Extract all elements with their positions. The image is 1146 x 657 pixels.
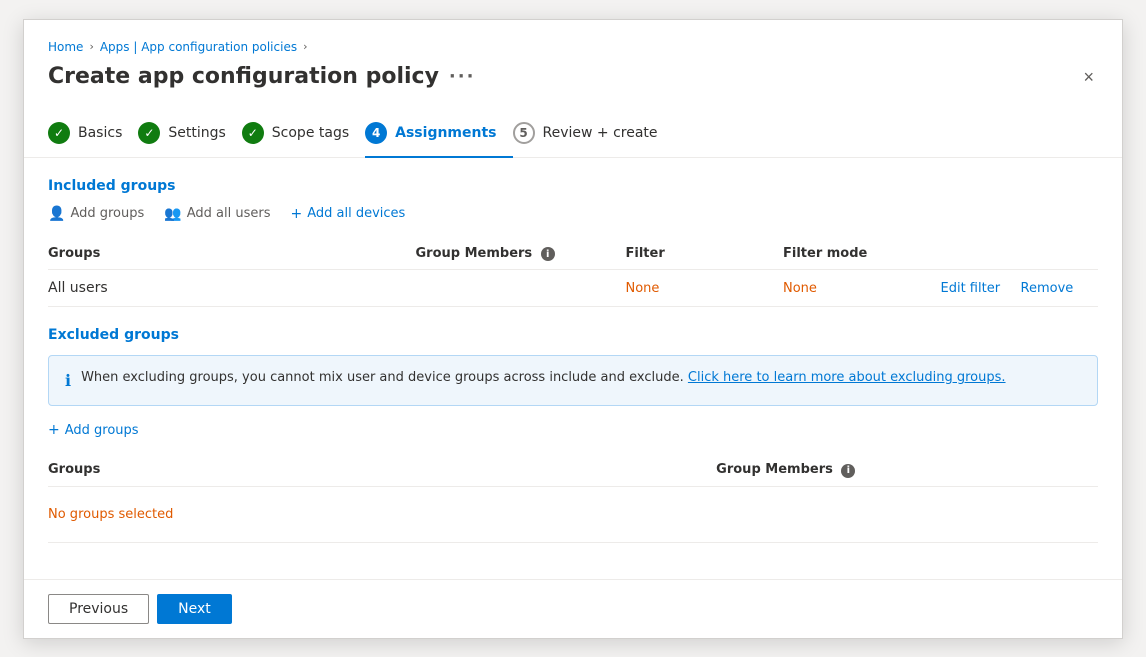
cell-filtermode: None	[783, 270, 941, 307]
members-info-badge-exc[interactable]: i	[841, 464, 855, 478]
cell-actions: Edit filter Remove	[941, 270, 1099, 307]
excluded-groups-info-box: ℹ When excluding groups, you cannot mix …	[48, 355, 1098, 406]
dialog-title: Create app configuration policy ···	[48, 64, 475, 89]
breadcrumb-apps[interactable]: Apps | App configuration policies	[100, 40, 297, 54]
step-review-circle: 5	[513, 122, 535, 144]
step-basics-circle: ✓	[48, 122, 70, 144]
col-header-members-inc: Group Members i	[416, 238, 626, 270]
add-all-users-label: Add all users	[187, 206, 271, 221]
cell-group-name: All users	[48, 270, 416, 307]
breadcrumb-home[interactable]: Home	[48, 40, 83, 54]
add-groups-link-included[interactable]: 👤 Add groups	[48, 206, 144, 222]
included-groups-section: Included groups 👤 Add groups 👥 Add all u…	[48, 178, 1098, 308]
steps-nav: ✓ Basics ✓ Settings ✓ Scope tags 4 Assig…	[24, 110, 1122, 158]
breadcrumb-sep-2: ›	[303, 40, 307, 53]
excluded-groups-actions: + Add groups	[48, 422, 1098, 438]
step-assignments[interactable]: 4 Assignments	[365, 110, 512, 158]
step-settings-circle: ✓	[138, 122, 160, 144]
main-content: Included groups 👤 Add groups 👥 Add all u…	[24, 158, 1122, 579]
info-box-text: When excluding groups, you cannot mix us…	[81, 368, 1005, 388]
dialog-title-row: Create app configuration policy ··· ×	[48, 64, 1098, 90]
dialog-footer: Previous Next	[24, 579, 1122, 638]
person-icon-add-groups: 👤	[48, 206, 65, 222]
step-settings-label: Settings	[168, 125, 225, 141]
step-scope-tags-circle: ✓	[242, 122, 264, 144]
add-groups-label-excluded: Add groups	[65, 423, 139, 438]
close-button[interactable]: ×	[1079, 64, 1098, 90]
previous-button[interactable]: Previous	[48, 594, 149, 624]
info-icon: ℹ	[65, 369, 71, 393]
members-header-text-inc: Group Members	[416, 246, 533, 261]
step-scope-tags[interactable]: ✓ Scope tags	[242, 110, 365, 156]
step-basics-label: Basics	[78, 125, 122, 141]
included-table-header-row: Groups Group Members i Filter Filter mod…	[48, 238, 1098, 270]
step-basics[interactable]: ✓ Basics	[48, 110, 138, 156]
no-groups-cell: No groups selected	[48, 486, 1098, 542]
members-header-text-exc: Group Members	[716, 462, 833, 477]
person-icon-all-users: 👥	[164, 206, 181, 222]
col-header-filtermode-inc: Filter mode	[783, 238, 941, 270]
included-groups-table: Groups Group Members i Filter Filter mod…	[48, 238, 1098, 308]
remove-link[interactable]: Remove	[1021, 281, 1074, 296]
step-assignments-label: Assignments	[395, 125, 496, 141]
add-all-devices-link[interactable]: + Add all devices	[290, 206, 405, 222]
included-table-row: All users None None Edit filter Remove	[48, 270, 1098, 307]
col-header-groups-exc: Groups	[48, 454, 716, 486]
dialog-title-text: Create app configuration policy	[48, 64, 439, 89]
learn-more-link[interactable]: Click here to learn more about excluding…	[688, 370, 1006, 385]
add-all-devices-label: Add all devices	[307, 206, 405, 221]
col-header-filter-inc: Filter	[626, 238, 784, 270]
step-settings[interactable]: ✓ Settings	[138, 110, 241, 156]
col-header-members-exc: Group Members i	[716, 454, 1098, 486]
col-header-actions-inc	[941, 238, 1099, 270]
excluded-table-header-row: Groups Group Members i	[48, 454, 1098, 486]
step-assignments-circle: 4	[365, 122, 387, 144]
add-groups-label-included: Add groups	[70, 206, 144, 221]
included-groups-actions: 👤 Add groups 👥 Add all users + Add all d…	[48, 206, 1098, 222]
dialog-header: Home › Apps | App configuration policies…	[24, 20, 1122, 110]
excluded-groups-table: Groups Group Members i No groups selecte…	[48, 454, 1098, 543]
col-header-groups-inc: Groups	[48, 238, 416, 270]
step-review-label: Review + create	[543, 125, 658, 141]
add-all-users-link[interactable]: 👥 Add all users	[164, 206, 270, 222]
add-groups-link-excluded[interactable]: + Add groups	[48, 422, 139, 438]
breadcrumb-sep-1: ›	[89, 40, 93, 53]
step-scope-tags-label: Scope tags	[272, 125, 349, 141]
edit-filter-link[interactable]: Edit filter	[941, 281, 1001, 296]
next-button[interactable]: Next	[157, 594, 232, 624]
members-info-badge-inc[interactable]: i	[541, 247, 555, 261]
title-ellipsis-button[interactable]: ···	[449, 66, 476, 87]
plus-icon-devices: +	[290, 206, 302, 222]
cell-filter: None	[626, 270, 784, 307]
create-policy-dialog: Home › Apps | App configuration policies…	[23, 19, 1123, 639]
no-groups-text: No groups selected	[48, 497, 1098, 532]
included-groups-title: Included groups	[48, 178, 1098, 194]
cell-members	[416, 270, 626, 307]
excluded-groups-section: Excluded groups ℹ When excluding groups,…	[48, 327, 1098, 543]
step-review-create[interactable]: 5 Review + create	[513, 110, 674, 156]
excluded-groups-title: Excluded groups	[48, 327, 1098, 343]
excluded-table-empty-row: No groups selected	[48, 486, 1098, 542]
plus-icon-excluded: +	[48, 422, 60, 438]
info-text: When excluding groups, you cannot mix us…	[81, 370, 684, 385]
breadcrumb: Home › Apps | App configuration policies…	[48, 40, 1098, 54]
